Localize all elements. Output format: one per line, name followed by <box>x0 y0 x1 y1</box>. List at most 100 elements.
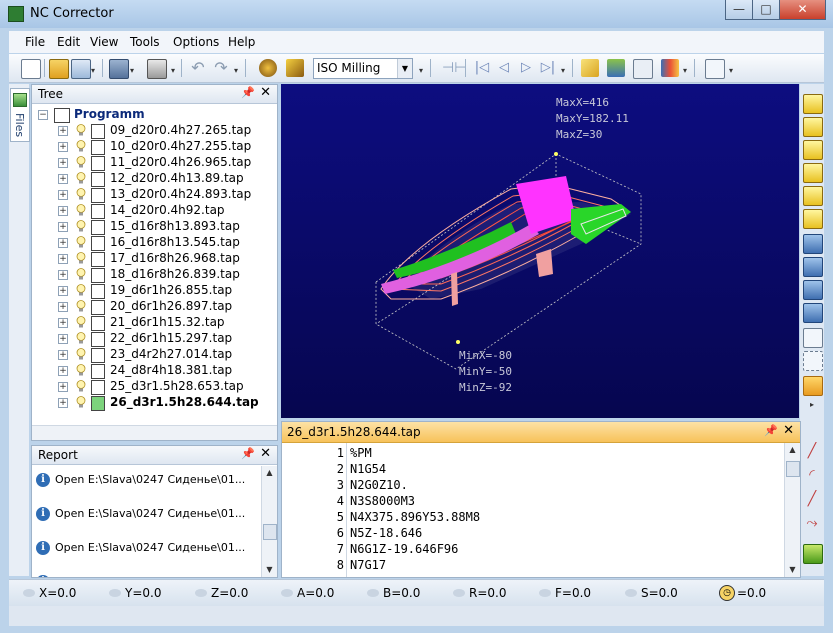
shield-icon[interactable] <box>803 544 823 564</box>
bulb-icon[interactable] <box>76 316 86 328</box>
expand-icon[interactable]: + <box>58 286 68 296</box>
tree-item[interactable]: +21_d6r1h15.32.tap <box>32 315 272 331</box>
toolpath-viewport[interactable]: MaxX=416 MaxY=182.11 MaxZ=30 MinX=-80 Mi… <box>281 84 799 418</box>
expand-icon[interactable]: + <box>58 206 68 216</box>
zoom-icon[interactable] <box>803 328 823 348</box>
ruler-icon[interactable] <box>581 59 599 77</box>
tree-item[interactable]: +14_d20r0.4h92.tap <box>32 203 272 219</box>
report-scrollbar[interactable]: ▲ ▼ <box>261 466 277 577</box>
arc-icon[interactable]: ◜ <box>803 466 821 484</box>
tree-item[interactable]: +17_d16r8h26.968.tap <box>32 251 272 267</box>
path-icon[interactable]: ⤳ <box>803 514 821 532</box>
chevron-down-icon[interactable]: ▾ <box>130 67 136 75</box>
close-icon[interactable]: ✕ <box>783 423 794 438</box>
bulb-icon[interactable] <box>76 188 86 200</box>
tree-item[interactable]: +09_d20r0.4h27.265.tap <box>32 123 272 139</box>
code-line[interactable]: N1G54 <box>350 462 386 476</box>
shapes-icon[interactable] <box>661 59 679 77</box>
tree-item[interactable]: +12_d20r0.4h13.89.tap <box>32 171 272 187</box>
expand-icon[interactable]: + <box>58 382 68 392</box>
bug-icon[interactable] <box>259 59 277 77</box>
zoom-window-icon[interactable] <box>803 351 823 371</box>
minimize-button[interactable]: — <box>725 0 753 20</box>
scroll-up-icon[interactable]: ▲ <box>785 443 800 457</box>
bulb-icon[interactable] <box>76 220 86 232</box>
menu-view[interactable]: View <box>90 35 118 49</box>
save-icon[interactable] <box>109 59 129 79</box>
collapse-icon[interactable]: − <box>38 110 48 120</box>
expand-icon[interactable]: + <box>58 126 68 136</box>
pin-icon[interactable]: 📌 <box>764 424 778 437</box>
chevron-down-icon[interactable]: ▾ <box>729 67 735 75</box>
view-top-icon[interactable] <box>803 140 823 160</box>
view-right-icon[interactable] <box>803 209 823 229</box>
bulb-icon[interactable] <box>76 172 86 184</box>
expand-icon[interactable]: + <box>58 302 68 312</box>
calculator-icon[interactable] <box>633 59 653 79</box>
brush-icon[interactable] <box>803 376 823 396</box>
menu-options[interactable]: Options <box>173 35 219 49</box>
tree-item[interactable]: +10_d20r0.4h27.255.tap <box>32 139 272 155</box>
chevron-down-icon[interactable]: ▼ <box>397 59 412 78</box>
bulb-icon[interactable] <box>76 156 86 168</box>
undo-icon[interactable]: ↶ <box>189 59 207 77</box>
menu-edit[interactable]: Edit <box>57 35 80 49</box>
tree-item[interactable]: +11_d20r0.4h26.965.tap <box>32 155 272 171</box>
maximize-button[interactable]: □ <box>752 0 780 20</box>
view-iso1-icon[interactable] <box>803 234 823 254</box>
bulb-icon[interactable] <box>76 364 86 376</box>
tree-item[interactable]: +22_d6r1h15.297.tap <box>32 331 272 347</box>
tools-icon[interactable] <box>607 59 625 77</box>
tree-item[interactable]: +24_d8r4h18.381.tap <box>32 363 272 379</box>
expand-icon[interactable]: + <box>58 174 68 184</box>
tree-item[interactable]: +15_d16r8h13.893.tap <box>32 219 272 235</box>
view-iso2-icon[interactable] <box>803 257 823 277</box>
machine-mode-select[interactable]: ISO Milling ▼ <box>313 58 413 79</box>
line-icon[interactable]: ╱ <box>803 442 821 460</box>
tree-root[interactable]: − Programm <box>32 107 272 123</box>
code-line[interactable]: N2G0Z10. <box>350 478 408 492</box>
view-front-icon[interactable] <box>803 94 823 114</box>
expand-icon[interactable]: + <box>58 142 68 152</box>
view-back-icon[interactable] <box>803 117 823 137</box>
chevron-down-icon[interactable]: ▾ <box>171 67 177 75</box>
code-line[interactable]: %PM <box>350 446 372 460</box>
code-line[interactable]: N5Z-18.646 <box>350 526 422 540</box>
menu-help[interactable]: Help <box>228 35 255 49</box>
tree-item[interactable]: +26_d3r1.5h28.644.tap <box>32 395 272 411</box>
menu-file[interactable]: File <box>25 35 45 49</box>
redo-icon[interactable]: ↷ <box>212 59 230 77</box>
first-icon[interactable]: |◁ <box>473 59 491 77</box>
expand-icon[interactable]: + <box>58 366 68 376</box>
code-line[interactable]: N7G17 <box>350 558 386 572</box>
window-layout-icon[interactable] <box>705 59 725 79</box>
layers-icon[interactable] <box>49 59 69 79</box>
view-iso4-icon[interactable] <box>803 303 823 323</box>
bulb-icon[interactable] <box>76 140 86 152</box>
chevron-down-icon[interactable]: ▾ <box>561 67 567 75</box>
chevron-down-icon[interactable]: ▾ <box>91 67 97 75</box>
tree-item[interactable]: +20_d6r1h26.897.tap <box>32 299 272 315</box>
bulb-icon[interactable] <box>76 236 86 248</box>
chevron-down-icon[interactable]: ▾ <box>683 67 689 75</box>
chevron-down-icon[interactable]: ▾ <box>419 67 425 75</box>
editor-scrollbar[interactable]: ▲ ▼ <box>784 443 800 577</box>
scroll-up-icon[interactable]: ▲ <box>262 466 277 480</box>
tree-item[interactable]: +13_d20r0.4h24.893.tap <box>32 187 272 203</box>
tree-item[interactable]: +25_d3r1.5h28.653.tap <box>32 379 272 395</box>
expand-icon[interactable]: + <box>58 238 68 248</box>
new-file-icon[interactable] <box>21 59 41 79</box>
print-icon[interactable] <box>147 59 167 79</box>
scroll-thumb[interactable] <box>263 524 277 540</box>
code-line[interactable]: N6G1Z-19.646F96 <box>350 542 458 556</box>
tree-item[interactable]: +18_d16r8h26.839.tap <box>32 267 272 283</box>
tree-hscrollbar[interactable] <box>32 425 277 440</box>
pin-icon[interactable]: 📌 <box>241 447 255 460</box>
bulb-icon[interactable] <box>76 124 86 136</box>
scroll-down-icon[interactable]: ▼ <box>262 563 277 577</box>
bulb-icon[interactable] <box>76 252 86 264</box>
bulb-icon[interactable] <box>76 284 86 296</box>
expand-icon[interactable]: + <box>58 398 68 408</box>
bulb-icon[interactable] <box>76 380 86 392</box>
bulb-icon[interactable] <box>76 396 86 408</box>
